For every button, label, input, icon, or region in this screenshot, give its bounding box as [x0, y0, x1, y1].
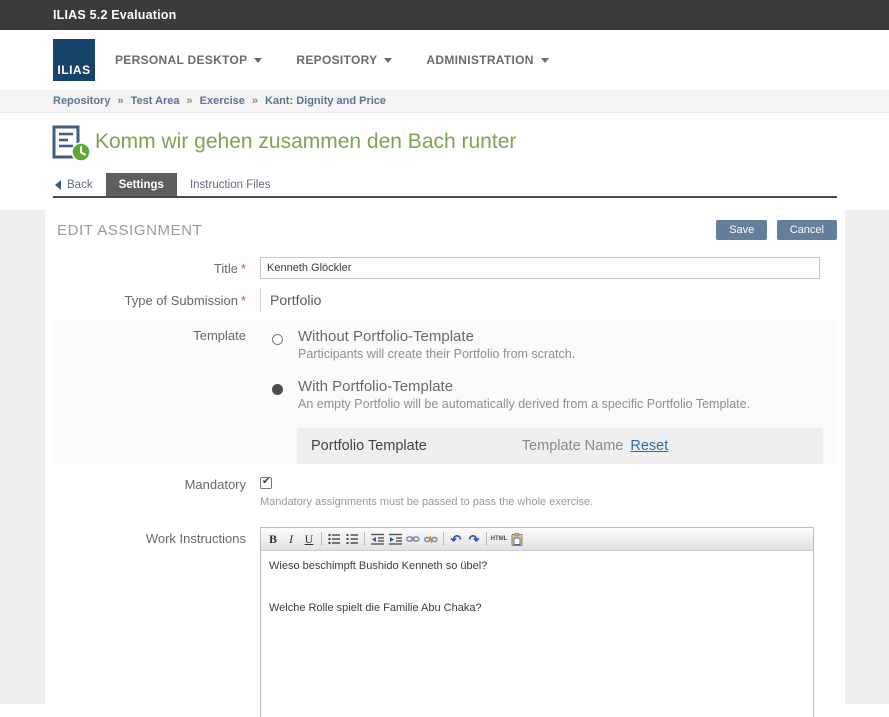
- breadcrumb-separator: »: [252, 95, 258, 107]
- title-label: Title*: [45, 261, 260, 276]
- redo-icon[interactable]: ↷: [465, 530, 483, 548]
- outdent-icon[interactable]: [368, 530, 386, 548]
- required-marker: *: [241, 261, 246, 276]
- page-title-area: Komm wir gehen zusammen den Bach runter: [0, 114, 889, 172]
- option-label[interactable]: Without Portfolio-Template: [298, 328, 575, 345]
- mandatory-label: Mandatory: [45, 477, 260, 508]
- html-source-button[interactable]: HTML: [490, 530, 508, 548]
- work-instructions-label: Work Instructions: [45, 527, 260, 717]
- mandatory-help-text: Mandatory assignments must be passed to …: [260, 496, 593, 508]
- save-button[interactable]: Save: [716, 220, 767, 240]
- indent-icon[interactable]: [386, 530, 404, 548]
- field-row-type-of-submission: Type of Submission* Portfolio: [45, 285, 845, 317]
- template-label: Template: [53, 328, 260, 428]
- option-with-template: With Portfolio-Template An empty Portfol…: [272, 378, 837, 411]
- required-marker: *: [241, 293, 246, 308]
- editor-toolbar: B I U: [261, 528, 813, 551]
- instruction-line: Wieso beschimpft Bushido Kenneth so übel…: [269, 560, 805, 572]
- ilias-window: ILIAS 5.2 Evaluation ILIAS PERSONAL DESK…: [0, 0, 889, 717]
- nav-administration[interactable]: ADMINISTRATION: [426, 53, 548, 67]
- main-nav: PERSONAL DESKTOP REPOSITORY ADMINISTRATI…: [115, 30, 549, 90]
- field-row-mandatory: Mandatory Mandatory assignments must be …: [45, 467, 845, 514]
- editor-content[interactable]: Wieso beschimpft Bushido Kenneth so übel…: [261, 551, 813, 717]
- breadcrumb-test-area[interactable]: Test Area: [131, 95, 180, 107]
- page-title: Komm wir gehen zusammen den Bach runter: [95, 130, 516, 154]
- toolbar-separator: [443, 532, 444, 546]
- portfolio-template-value: Template Name: [522, 438, 624, 454]
- unlink-icon[interactable]: [422, 530, 440, 548]
- numbered-list-icon[interactable]: [343, 530, 361, 548]
- ilias-logo-text: ILIAS: [57, 63, 90, 77]
- type-of-submission-value: Portfolio: [260, 288, 321, 312]
- breadcrumb-separator: »: [117, 95, 123, 107]
- breadcrumb: Repository » Test Area » Exercise » Kant…: [0, 90, 889, 113]
- link-icon[interactable]: [404, 530, 422, 548]
- main-header: ILIAS PERSONAL DESKTOP REPOSITORY ADMINI…: [0, 30, 889, 90]
- tab-back[interactable]: Back: [53, 173, 106, 196]
- breadcrumb-separator: »: [187, 95, 193, 107]
- chevron-down-icon: [384, 58, 392, 63]
- chevron-down-icon: [254, 58, 262, 63]
- undo-icon[interactable]: ↶: [447, 530, 465, 548]
- field-row-template: Template Without Portfolio-Template Part…: [53, 328, 837, 428]
- option-label[interactable]: With Portfolio-Template: [298, 378, 750, 395]
- portfolio-template-label: Portfolio Template: [311, 438, 427, 454]
- installation-title: ILIAS 5.2 Evaluation: [53, 8, 176, 22]
- rich-text-editor: B I U: [260, 527, 814, 717]
- field-row-title: Title*: [45, 250, 845, 285]
- bullet-list-icon[interactable]: [325, 530, 343, 548]
- field-row-work-instructions: Work Instructions B I U: [45, 514, 845, 717]
- ilias-logo[interactable]: ILIAS: [53, 39, 95, 81]
- form-header: EDIT ASSIGNMENT Save Cancel: [45, 210, 845, 250]
- exercise-assignment-icon: [52, 125, 92, 162]
- reset-link[interactable]: Reset: [630, 438, 668, 454]
- cancel-button[interactable]: Cancel: [777, 220, 837, 240]
- toolbar-separator: [321, 532, 322, 546]
- tab-bar: Back Settings Instruction Files: [53, 173, 837, 198]
- chevron-down-icon: [541, 58, 549, 63]
- breadcrumb-exercise[interactable]: Exercise: [200, 95, 245, 107]
- option-description: Participants will create their Portfolio…: [298, 347, 575, 361]
- nav-repository[interactable]: REPOSITORY: [296, 53, 392, 67]
- form-title: EDIT ASSIGNMENT: [57, 222, 202, 239]
- nav-personal-desktop[interactable]: PERSONAL DESKTOP: [115, 53, 262, 67]
- type-of-submission-label: Type of Submission*: [45, 293, 260, 308]
- tab-settings[interactable]: Settings: [106, 173, 177, 196]
- chevron-left-icon: [55, 180, 61, 190]
- portfolio-template-row: Portfolio Template Template Name Reset: [297, 428, 823, 464]
- option-description: An empty Portfolio will be automatically…: [298, 397, 750, 411]
- radio-with-template[interactable]: [272, 384, 283, 395]
- form-actions: Save Cancel: [716, 220, 837, 240]
- radio-without-template[interactable]: [272, 334, 283, 345]
- edit-assignment-panel: EDIT ASSIGNMENT Save Cancel Title* Type …: [45, 210, 845, 717]
- template-section: Template Without Portfolio-Template Part…: [53, 319, 837, 464]
- underline-button[interactable]: U: [300, 530, 318, 548]
- title-input[interactable]: [260, 257, 820, 279]
- instruction-line: Welche Rolle spielt die Familie Abu Chak…: [269, 602, 805, 614]
- toolbar-separator: [364, 532, 365, 546]
- italic-button[interactable]: I: [282, 530, 300, 548]
- template-options: Without Portfolio-Template Participants …: [260, 328, 837, 428]
- tab-instruction-files[interactable]: Instruction Files: [177, 173, 284, 196]
- mandatory-checkbox[interactable]: [260, 477, 272, 489]
- breadcrumb-repository[interactable]: Repository: [53, 95, 110, 107]
- toolbar-separator: [486, 532, 487, 546]
- bold-button[interactable]: B: [264, 530, 282, 548]
- breadcrumb-current[interactable]: Kant: Dignity and Price: [265, 95, 386, 107]
- option-without-template: Without Portfolio-Template Participants …: [272, 328, 837, 361]
- top-bar: ILIAS 5.2 Evaluation: [0, 0, 889, 30]
- paste-from-word-icon[interactable]: [508, 530, 526, 548]
